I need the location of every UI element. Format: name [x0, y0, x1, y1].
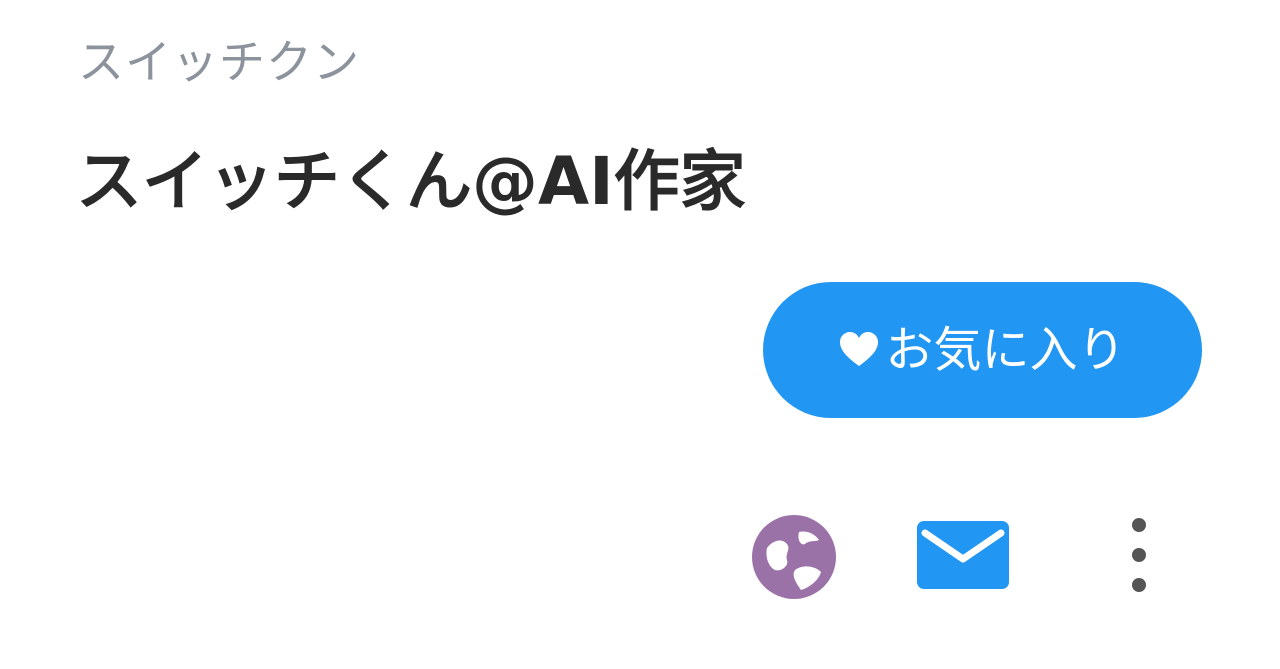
more-vertical-icon[interactable]: [1122, 515, 1156, 595]
heart-icon: [839, 332, 879, 368]
profile-name-reading: スイッチクン: [78, 35, 360, 89]
profile-display-name: スイッチくん@AI作家: [76, 143, 746, 220]
favorite-button-label: お気に入り: [885, 322, 1126, 378]
mail-icon[interactable]: [915, 519, 1011, 591]
favorite-button[interactable]: お気に入り: [763, 282, 1202, 418]
profile-card: スイッチクン スイッチくん@AI作家 お気に入り: [0, 0, 1280, 669]
globe-icon[interactable]: [749, 512, 839, 602]
